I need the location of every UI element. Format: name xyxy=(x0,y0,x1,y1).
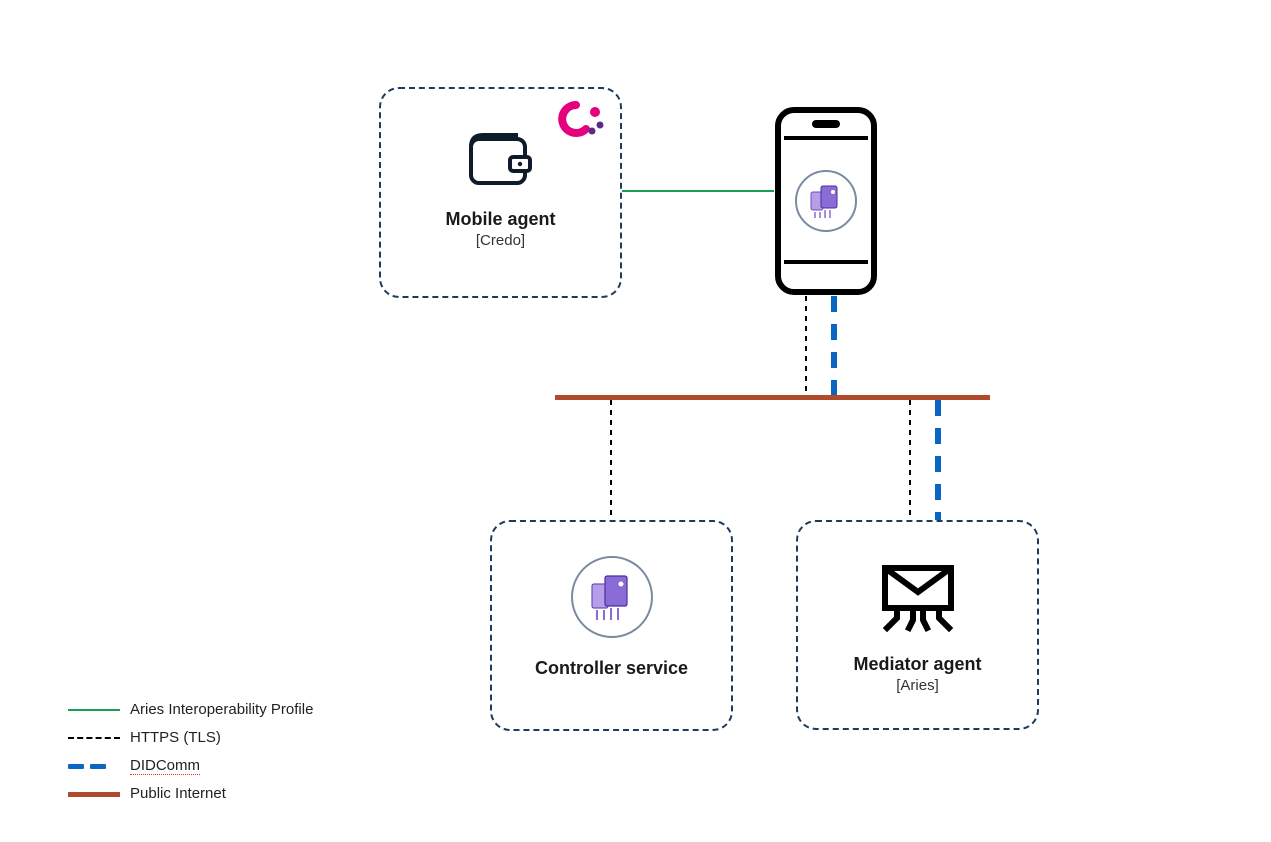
controller-title: Controller service xyxy=(492,658,731,679)
node-mediator: Mediator agent [Aries] xyxy=(796,520,1039,730)
legend: Aries Interoperability Profile HTTPS (TL… xyxy=(68,696,313,808)
node-mobile-agent: Mobile agent [Credo] xyxy=(379,87,622,298)
mobile-agent-title: Mobile agent xyxy=(381,209,620,230)
mobile-agent-labels: Mobile agent [Credo] xyxy=(381,209,620,249)
phone-device xyxy=(774,106,878,296)
diagram-stage: Mobile agent [Credo] xyxy=(0,0,1271,842)
public-internet-bar xyxy=(555,395,990,400)
controller-agent-icon xyxy=(569,554,655,640)
legend-swatch-aip-icon xyxy=(68,709,120,711)
wallet-icon xyxy=(468,131,534,189)
legend-label-https: HTTPS (TLS) xyxy=(130,724,221,752)
mediator-sub: [Aries] xyxy=(798,677,1037,694)
aries-agent-icon xyxy=(793,168,859,234)
controller-labels: Controller service xyxy=(492,658,731,681)
legend-swatch-internet-icon xyxy=(68,792,120,797)
legend-row-aip: Aries Interoperability Profile xyxy=(68,696,313,724)
legend-label-internet: Public Internet xyxy=(130,780,226,808)
mediator-title: Mediator agent xyxy=(798,654,1037,675)
credo-logo-icon xyxy=(554,101,606,141)
node-controller: Controller service xyxy=(490,520,733,731)
legend-row-didcomm: DIDComm xyxy=(68,752,313,780)
legend-label-aip: Aries Interoperability Profile xyxy=(130,696,313,724)
legend-row-https: HTTPS (TLS) xyxy=(68,724,313,752)
legend-row-internet: Public Internet xyxy=(68,780,313,808)
mediator-mail-icon xyxy=(879,562,957,636)
mediator-labels: Mediator agent [Aries] xyxy=(798,654,1037,694)
legend-swatch-https-icon xyxy=(68,737,120,739)
legend-swatch-didcomm-icon xyxy=(68,764,120,769)
mobile-agent-sub: [Credo] xyxy=(381,232,620,249)
legend-label-didcomm: DIDComm xyxy=(130,752,200,780)
